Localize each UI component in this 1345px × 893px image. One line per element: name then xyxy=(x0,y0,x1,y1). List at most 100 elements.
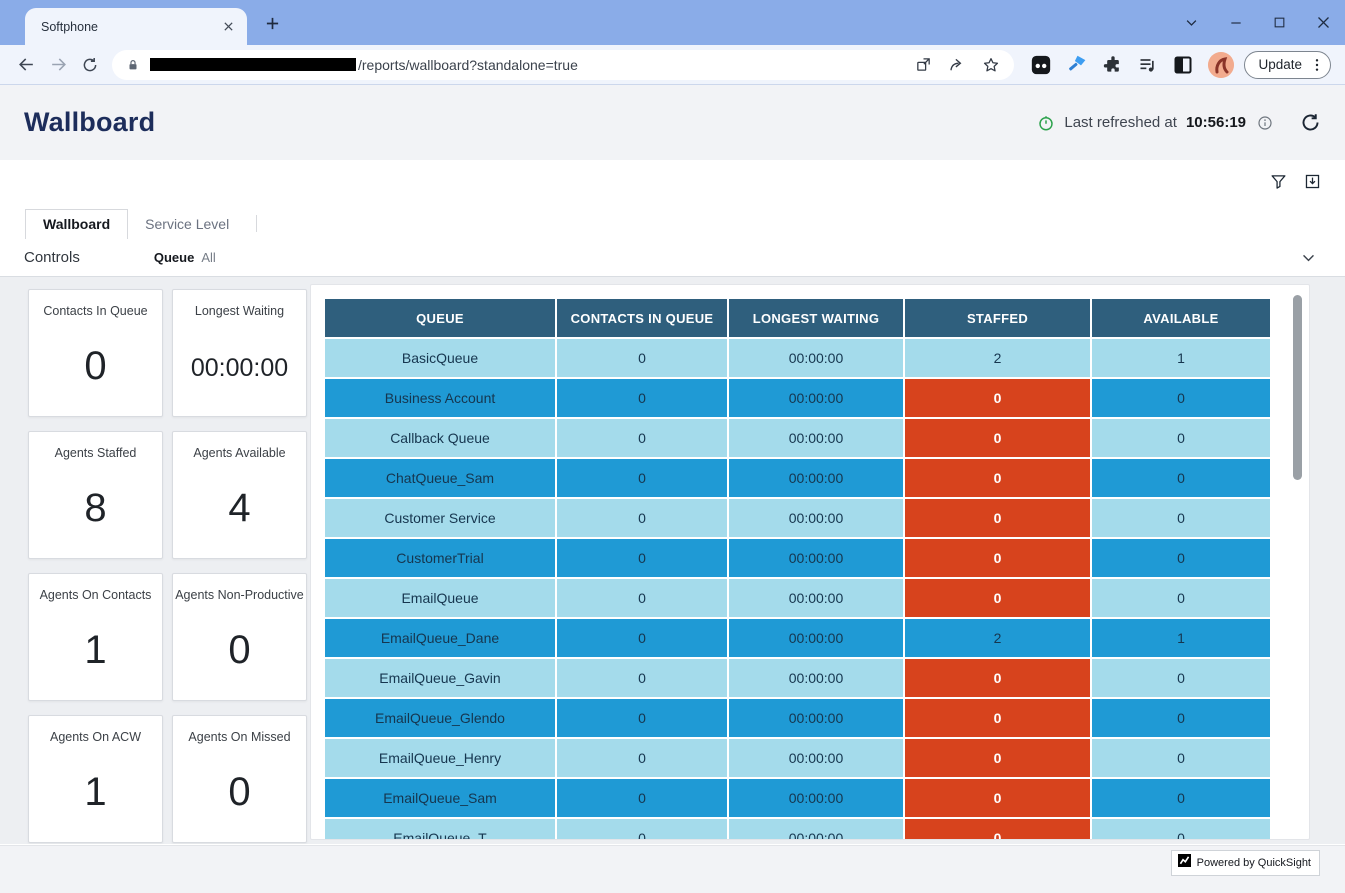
kpi-label: Agents On Missed xyxy=(188,730,290,744)
cell-longest-waiting: 00:00:00 xyxy=(729,499,903,537)
filter-icon[interactable] xyxy=(1270,173,1287,190)
kpi-value: 8 xyxy=(84,486,106,531)
extension-playlist-icon[interactable] xyxy=(1138,55,1158,75)
export-icon[interactable] xyxy=(1304,173,1321,190)
sheet-tab-wallboard[interactable]: Wallboard xyxy=(25,209,128,239)
kpi-card-agents-available: Agents Available 4 xyxy=(172,431,307,559)
cell-queue: EmailQueue_Glendo xyxy=(325,699,555,737)
profile-avatar[interactable] xyxy=(1208,52,1234,78)
table-row-customer-service: Customer Service000:00:0000 xyxy=(325,499,1270,537)
bookmark-star-icon[interactable] xyxy=(982,56,1000,74)
cell-available: 0 xyxy=(1092,659,1270,697)
browser-toolbar: /reports/wallboard?standalone=true xyxy=(0,45,1345,85)
kpi-label: Agents On Contacts xyxy=(40,588,152,602)
cell-contacts-in-queue: 0 xyxy=(557,819,727,840)
browser-titlebar: Softphone xyxy=(0,0,1345,45)
extensions-puzzle-icon[interactable] xyxy=(1103,55,1123,75)
kpi-label: Agents Available xyxy=(193,446,285,460)
cell-longest-waiting: 00:00:00 xyxy=(729,419,903,457)
window-maximize-icon[interactable] xyxy=(1273,16,1286,29)
window-close-icon[interactable] xyxy=(1316,15,1331,30)
url-bar[interactable]: /reports/wallboard?standalone=true xyxy=(112,50,1014,80)
dashboard-canvas: Contacts In Queue0Longest Waiting00:00:0… xyxy=(0,277,1345,844)
kpi-label: Agents Staffed xyxy=(55,446,137,460)
queue-filter-value: All xyxy=(201,250,215,265)
kpi-value: 4 xyxy=(228,486,250,531)
cell-staffed: 2 xyxy=(905,619,1090,657)
extension-domino-icon[interactable] xyxy=(1030,54,1052,76)
queue-filter[interactable]: Queue All xyxy=(154,250,216,265)
cell-contacts-in-queue: 0 xyxy=(557,779,727,817)
queue-table-panel: QUEUECONTACTS IN QUEUELONGEST WAITINGSTA… xyxy=(310,284,1310,840)
share-icon[interactable] xyxy=(948,56,966,74)
controls-row: Controls Queue All xyxy=(0,239,1345,277)
cell-staffed: 0 xyxy=(905,419,1090,457)
cell-longest-waiting: 00:00:00 xyxy=(729,659,903,697)
last-refreshed-time: 10:56:19 xyxy=(1186,114,1246,131)
cell-staffed: 0 xyxy=(905,739,1090,777)
forward-button[interactable] xyxy=(44,51,72,79)
kpi-card-agents-staffed: Agents Staffed 8 xyxy=(28,431,163,559)
cell-contacts-in-queue: 0 xyxy=(557,659,727,697)
table-row-emailqueue-gavin: EmailQueue_Gavin000:00:0000 xyxy=(325,659,1270,697)
cell-staffed: 0 xyxy=(905,659,1090,697)
last-refreshed-label: Last refreshed at xyxy=(1064,114,1177,131)
url-path: /reports/wallboard?standalone=true xyxy=(358,57,578,73)
back-button[interactable] xyxy=(12,51,40,79)
window-minimize-icon[interactable] xyxy=(1229,16,1243,30)
cell-contacts-in-queue: 0 xyxy=(557,699,727,737)
powered-by-text: Powered by QuickSight xyxy=(1197,857,1311,869)
tab-close-icon[interactable] xyxy=(219,18,237,36)
open-in-window-icon[interactable] xyxy=(915,56,932,73)
cell-staffed: 0 xyxy=(905,779,1090,817)
quicksight-logo-icon xyxy=(1178,854,1191,872)
extension-contrast-icon[interactable] xyxy=(1173,55,1193,75)
table-scrollbar-thumb[interactable] xyxy=(1293,295,1302,480)
auto-refresh-timer-icon xyxy=(1037,114,1055,132)
cell-queue: EmailQueue_Dane xyxy=(325,619,555,657)
kpi-value: 0 xyxy=(84,344,106,389)
kpi-card-agents-on-contacts: Agents On Contacts 1 xyxy=(28,573,163,701)
cell-available: 0 xyxy=(1092,539,1270,577)
cell-available: 0 xyxy=(1092,699,1270,737)
tab-search-chevron-icon[interactable] xyxy=(1184,15,1199,30)
table-row-emailqueue-sam: EmailQueue_Sam000:00:0000 xyxy=(325,779,1270,817)
cell-available: 0 xyxy=(1092,419,1270,457)
cell-longest-waiting: 00:00:00 xyxy=(729,699,903,737)
cell-available: 0 xyxy=(1092,499,1270,537)
cell-available: 1 xyxy=(1092,339,1270,377)
cell-longest-waiting: 00:00:00 xyxy=(729,539,903,577)
info-icon[interactable] xyxy=(1257,115,1273,131)
cell-longest-waiting: 00:00:00 xyxy=(729,619,903,657)
kpi-card-contacts-in-queue: Contacts In Queue0 xyxy=(28,289,163,417)
column-header-longest-waiting: LONGEST WAITING xyxy=(729,299,903,337)
table-row-callback-queue: Callback Queue000:00:0000 xyxy=(325,419,1270,457)
cell-queue: Callback Queue xyxy=(325,419,555,457)
cell-queue: ChatQueue_Sam xyxy=(325,459,555,497)
kpi-value: 0 xyxy=(228,770,250,815)
sheet-tab-service-level[interactable]: Service Level xyxy=(128,210,246,239)
cell-staffed: 2 xyxy=(905,339,1090,377)
controls-collapse-chevron-icon[interactable] xyxy=(1300,249,1317,266)
update-button[interactable]: Update xyxy=(1244,51,1331,79)
reload-button[interactable] xyxy=(76,51,104,79)
page-title: Wallboard xyxy=(24,107,155,138)
cell-available: 0 xyxy=(1092,819,1270,840)
cell-available: 1 xyxy=(1092,619,1270,657)
kpi-value: 1 xyxy=(84,770,106,815)
cell-queue: EmailQueue_Henry xyxy=(325,739,555,777)
cell-available: 0 xyxy=(1092,579,1270,617)
extension-axe-icon[interactable] xyxy=(1067,54,1088,75)
cell-queue: EmailQueue_Gavin xyxy=(325,659,555,697)
new-tab-button[interactable] xyxy=(260,11,284,35)
cell-available: 0 xyxy=(1092,739,1270,777)
lock-icon[interactable] xyxy=(126,58,140,72)
queue-table: QUEUECONTACTS IN QUEUELONGEST WAITINGSTA… xyxy=(323,297,1272,840)
kpi-card-agents-on-missed: Agents On Missed 0 xyxy=(172,715,307,843)
refresh-button[interactable] xyxy=(1300,112,1321,133)
cell-queue: EmailQueue_T xyxy=(325,819,555,840)
cell-queue: Customer Service xyxy=(325,499,555,537)
kpi-value: 1 xyxy=(84,628,106,673)
browser-tab-softphone[interactable]: Softphone xyxy=(25,8,247,45)
browser-menu-icon[interactable] xyxy=(1309,57,1325,73)
